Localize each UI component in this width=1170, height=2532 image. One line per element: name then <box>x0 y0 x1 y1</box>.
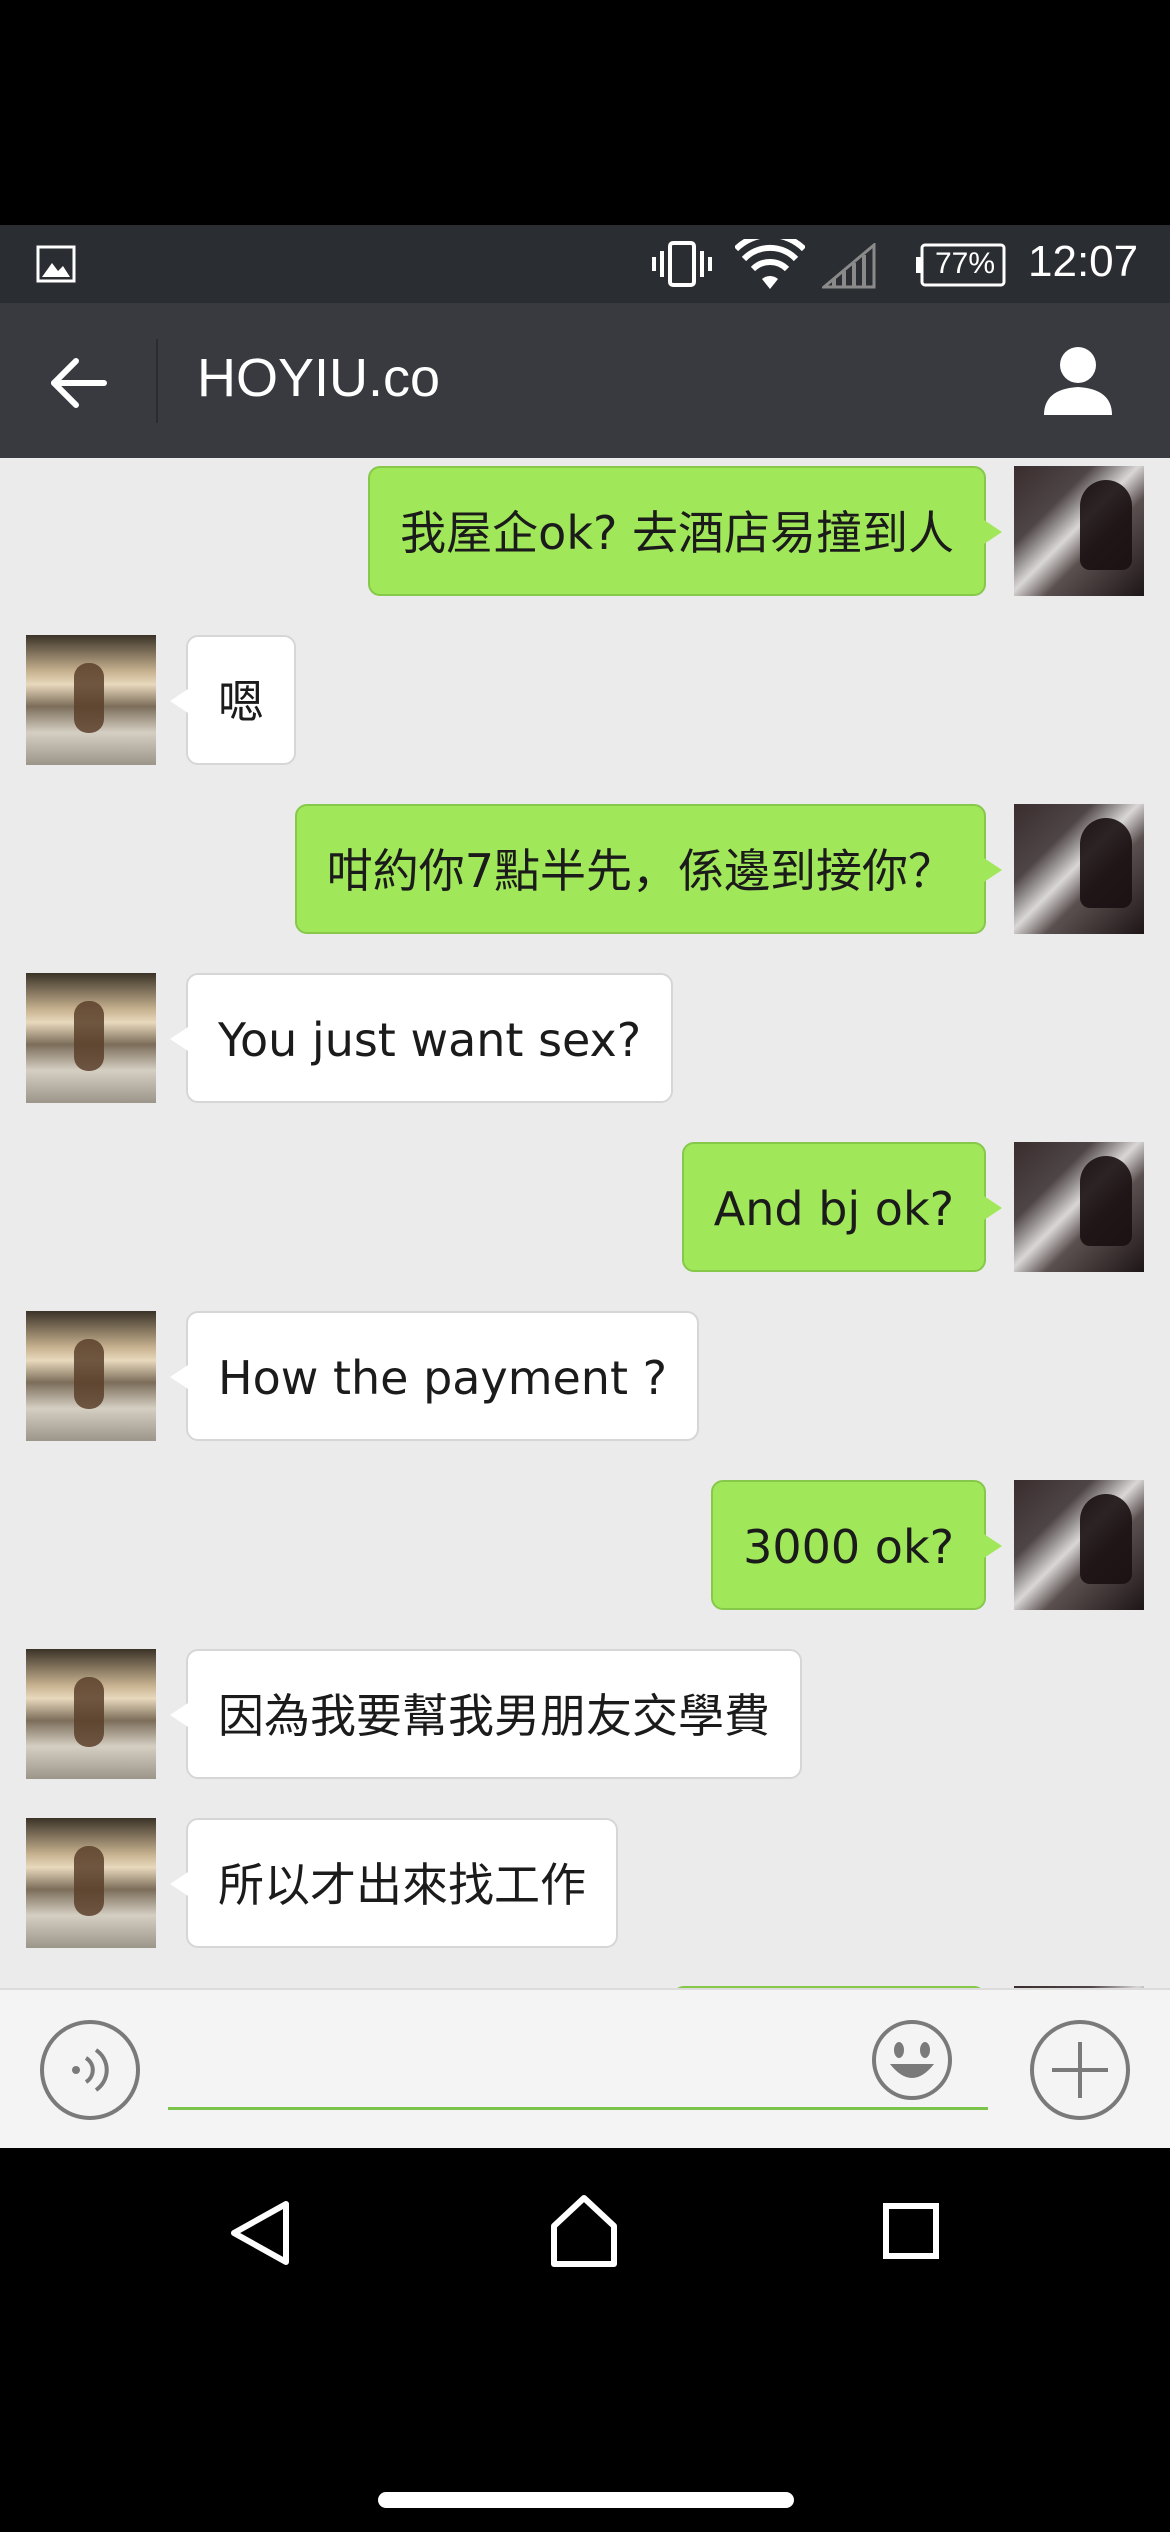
chat-header: HOYIU.co <box>0 303 1170 458</box>
chat-title: HOYIU.co <box>197 348 441 408</box>
message-bubble-sent[interactable]: And bj ok? <box>681 1142 1003 1272</box>
voice-icon[interactable] <box>38 2018 142 2122</box>
person-icon[interactable] <box>1030 339 1126 419</box>
my-avatar[interactable] <box>1014 1480 1144 1610</box>
my-avatar[interactable] <box>1014 1142 1144 1272</box>
status-bar: 77% 12:07 <box>0 225 1170 303</box>
arrow-left-icon[interactable] <box>30 343 130 423</box>
message-composer <box>0 1988 1170 2148</box>
message-bubble-received[interactable]: 因為我要幫我男朋友交學費 <box>170 1649 802 1779</box>
message-bubble-sent[interactable]: 3000 ok? <box>711 1480 1002 1610</box>
home-indicator[interactable] <box>378 2492 794 2508</box>
message-bubble-sent[interactable]: 我屋企ok? 去酒店易撞到人 <box>368 466 1002 596</box>
wifi-icon <box>735 239 805 289</box>
top-black-area <box>0 0 1170 225</box>
gallery-icon <box>36 245 76 283</box>
message-bubble-received[interactable]: How the payment ? <box>169 1311 700 1441</box>
system-navigation-bar <box>0 2148 1170 2532</box>
message-list[interactable]: 我屋企ok? 去酒店易撞到人 嗯 咁約你7點半先，係邊到接你？ You just… <box>0 458 1170 1988</box>
contact-avatar[interactable] <box>26 635 156 765</box>
nav-home-icon[interactable] <box>548 2192 620 2268</box>
my-avatar[interactable] <box>1014 466 1144 596</box>
plus-icon[interactable] <box>1028 2018 1132 2122</box>
message-bubble-received[interactable]: You just want sex? <box>169 973 674 1103</box>
battery-percentage: 77% <box>934 247 996 280</box>
contact-avatar[interactable] <box>26 1311 156 1441</box>
contact-avatar[interactable] <box>26 973 156 1103</box>
emoji-icon[interactable] <box>870 2018 954 2102</box>
vibrate-icon <box>652 241 712 287</box>
nav-back-icon[interactable] <box>226 2198 296 2268</box>
message-bubble-received[interactable]: 嗯 <box>170 635 296 765</box>
message-bubble-sent[interactable]: 咁約你7點半先，係邊到接你？ <box>294 804 1003 934</box>
contact-avatar[interactable] <box>26 1818 156 1948</box>
signal-icon <box>822 243 876 289</box>
clock: 12:07 <box>1028 237 1139 286</box>
message-input[interactable] <box>168 2020 988 2110</box>
nav-recent-icon[interactable] <box>882 2202 940 2260</box>
contact-avatar[interactable] <box>26 1649 156 1779</box>
message-bubble-received[interactable]: 所以才出來找工作 <box>170 1818 618 1948</box>
header-divider <box>156 339 158 423</box>
my-avatar[interactable] <box>1014 804 1144 934</box>
